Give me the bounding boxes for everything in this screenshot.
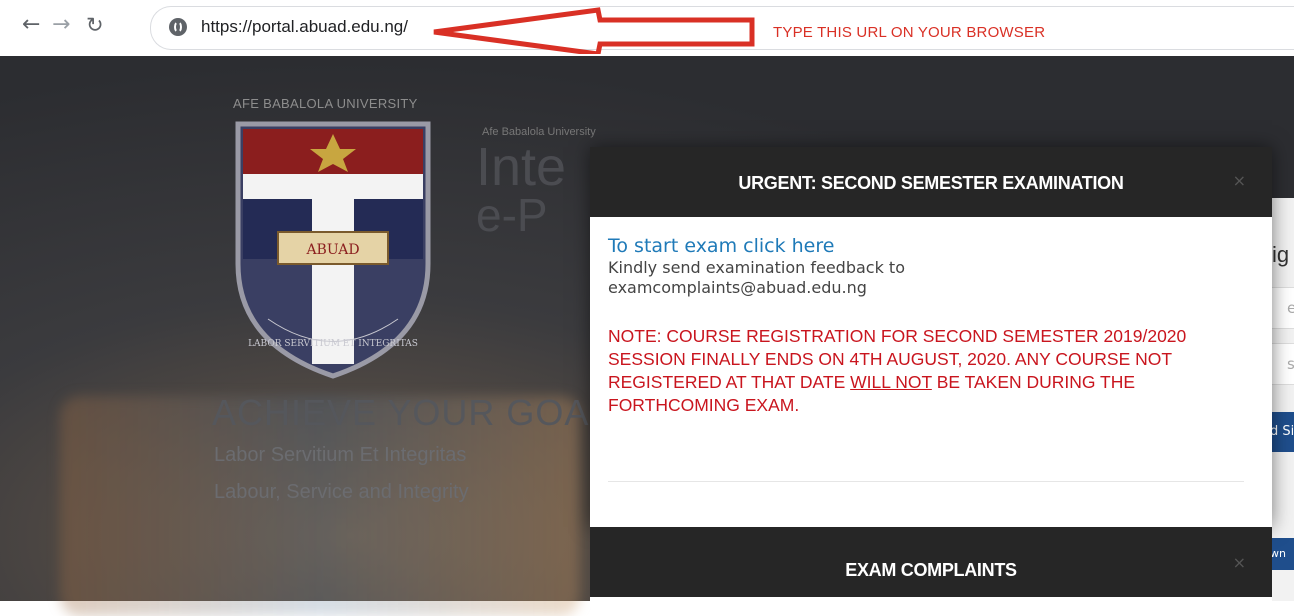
- download-button[interactable]: wn: [1270, 538, 1294, 570]
- login-heading: ig: [1272, 242, 1290, 267]
- modal2-header: EXAM COMPLAINTS ×: [590, 527, 1272, 597]
- reload-icon[interactable]: ↻: [86, 14, 104, 36]
- motto-english: Labour, Service and Integrity: [214, 481, 469, 503]
- modal2-title: EXAM COMPLAINTS: [845, 560, 1017, 580]
- close-icon[interactable]: ×: [1233, 553, 1246, 572]
- url-text[interactable]: https://portal.abuad.edu.ng/: [201, 17, 408, 37]
- university-name: AFE BABALOLA UNIVERSITY: [233, 96, 418, 111]
- portal-title-line1: Inte: [476, 137, 567, 197]
- modal-divider: [608, 481, 1244, 482]
- motto-latin: Labor Servitium Et Integritas: [214, 444, 467, 466]
- urgent-exam-modal: URGENT: SECOND SEMESTER EXAMINATION × To…: [590, 147, 1272, 527]
- svg-text:LABOR SERVITIUM ET INTEGRITAS: LABOR SERVITIUM ET INTEGRITAS: [248, 339, 418, 349]
- sign-in-button[interactable]: d Si: [1270, 412, 1294, 452]
- portal-title-line2: e-P: [476, 189, 548, 241]
- exam-complaints-modal: EXAM COMPLAINTS ×: [590, 527, 1272, 607]
- annotation-arrow: [433, 7, 755, 54]
- registration-note: NOTE: COURSE REGISTRATION FOR SECOND SEM…: [608, 325, 1258, 417]
- close-icon[interactable]: ×: [1233, 171, 1246, 190]
- modal-title: URGENT: SECOND SEMESTER EXAMINATION: [738, 173, 1124, 193]
- back-arrow-icon[interactable]: ←: [22, 14, 40, 36]
- university-crest-logo: ABUAD LABOR SERVITIUM ET INTEGRITAS: [235, 121, 431, 379]
- modal-body: To start exam click here Kindly send exa…: [590, 217, 1272, 433]
- modal-header: URGENT: SECOND SEMESTER EXAMINATION ×: [590, 147, 1272, 217]
- annotation-label: TYPE THIS URL ON YOUR BROWSER: [773, 24, 1046, 41]
- globe-icon: [169, 18, 187, 36]
- achieve-your-goal-text: ACHIEVE YOUR GOAL: [212, 392, 611, 433]
- note-emphasis: WILL NOT: [850, 372, 932, 392]
- start-exam-link[interactable]: To start exam click here: [608, 235, 1254, 257]
- svg-text:ABUAD: ABUAD: [305, 242, 359, 258]
- forward-arrow-icon[interactable]: →: [52, 14, 70, 36]
- feedback-text: Kindly send examination feedback to exam…: [608, 258, 905, 297]
